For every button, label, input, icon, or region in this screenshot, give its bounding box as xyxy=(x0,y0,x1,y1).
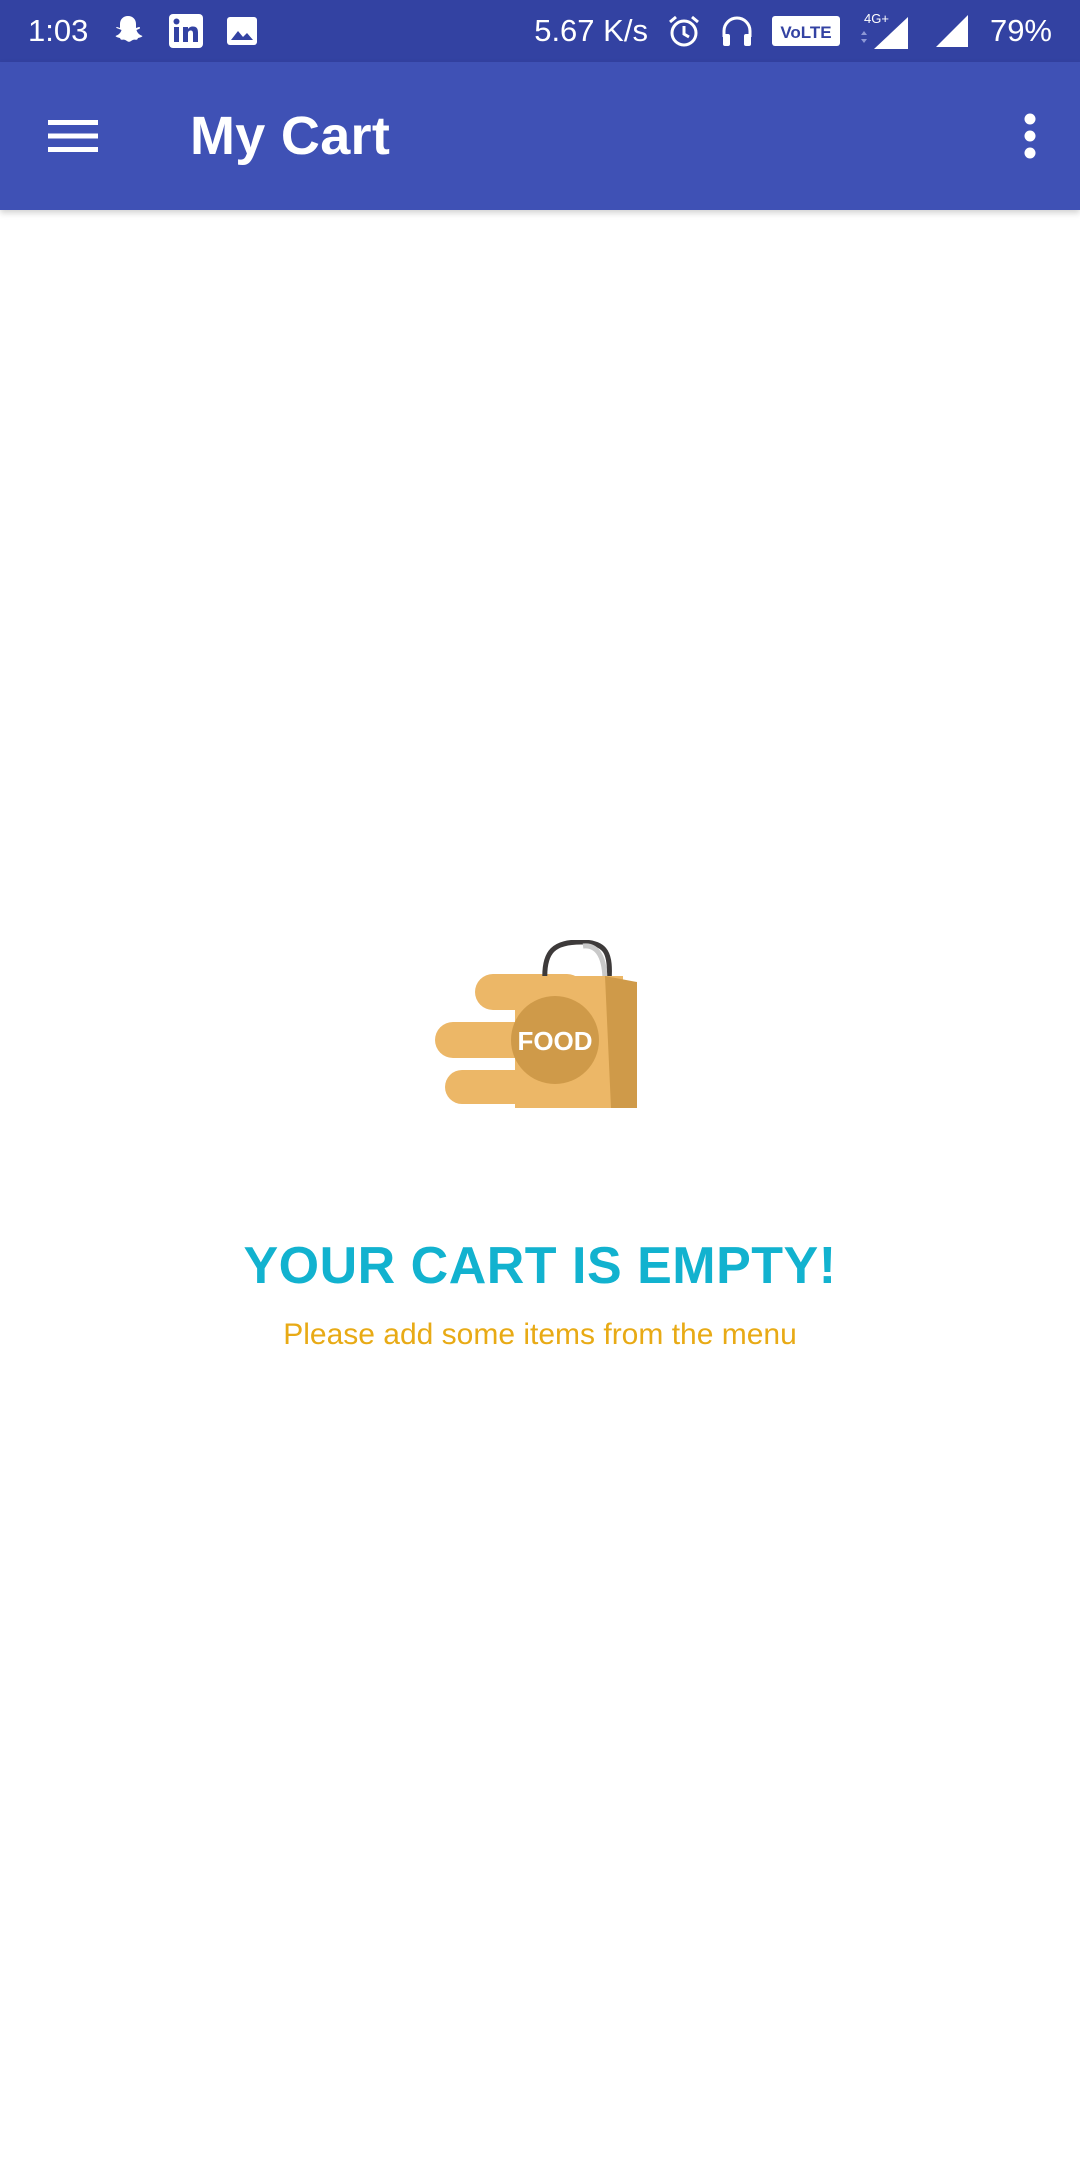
food-bag-icon: FOOD xyxy=(435,939,637,1108)
battery-level: 79% xyxy=(989,13,1052,48)
food-label: FOOD xyxy=(517,1026,592,1056)
more-vertical-icon xyxy=(1024,113,1036,159)
signal-icon xyxy=(934,13,972,49)
page-title: My Cart xyxy=(190,106,391,166)
network-type-label: 4G+ xyxy=(864,11,889,26)
empty-cart-subtitle: Please add some items from the menu xyxy=(283,1318,797,1351)
app-bar: My Cart xyxy=(0,62,1080,210)
signal-4g-icon: 4G+ xyxy=(858,11,916,51)
headphones-icon xyxy=(720,13,754,49)
network-speed: 5.67 K/s xyxy=(534,13,648,48)
volte-label: VoLTE xyxy=(780,23,831,42)
status-bar: 1:03 5.67 K/s VoLTE 4G+ 79% xyxy=(0,0,1080,62)
empty-cart-title: YOUR CART IS EMPTY! xyxy=(243,1237,837,1295)
linkedin-icon xyxy=(168,13,204,49)
status-time: 1:03 xyxy=(28,13,89,48)
image-icon xyxy=(226,16,258,46)
status-bar-left: 1:03 xyxy=(28,13,258,49)
status-bar-right: 5.67 K/s VoLTE 4G+ 79% xyxy=(534,11,1052,51)
volte-icon: VoLTE xyxy=(771,16,840,46)
food-bag-illustration: FOOD xyxy=(415,939,665,1120)
snapchat-icon xyxy=(110,14,146,48)
empty-cart-state: FOOD YOUR CART IS EMPTY! Please add some… xyxy=(0,939,1080,1352)
hamburger-menu-icon xyxy=(48,120,98,152)
menu-button[interactable] xyxy=(0,62,146,210)
overflow-menu-button[interactable] xyxy=(980,62,1080,210)
alarm-icon xyxy=(666,13,702,49)
